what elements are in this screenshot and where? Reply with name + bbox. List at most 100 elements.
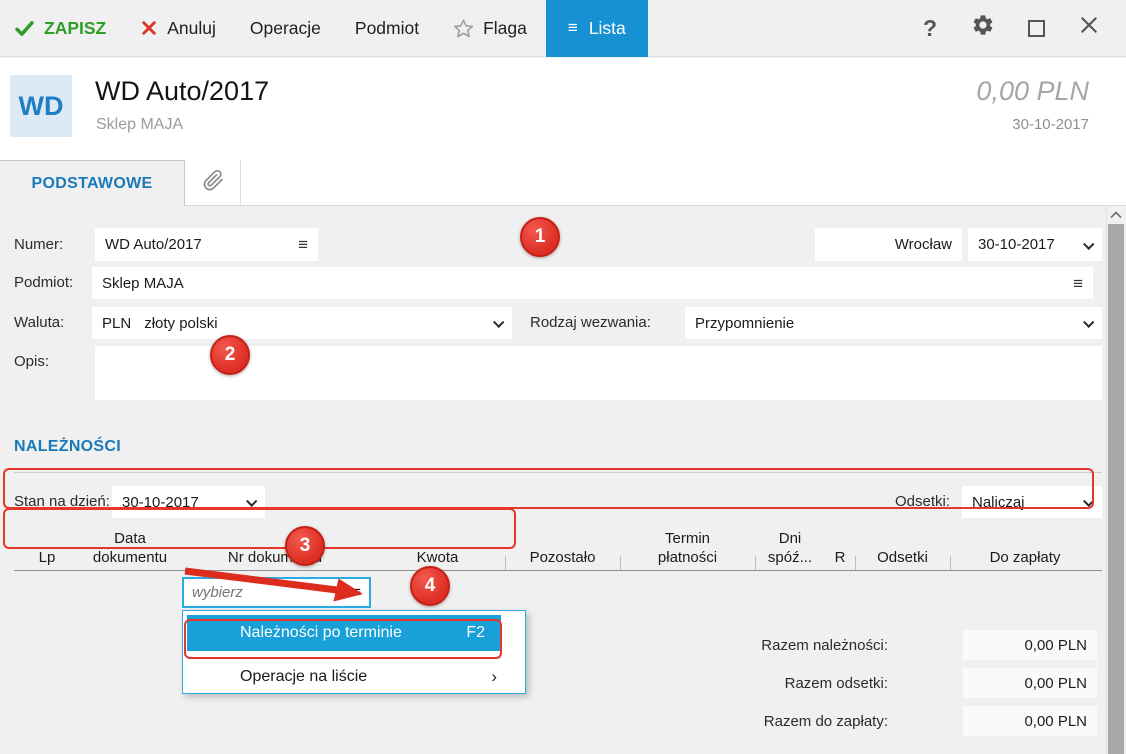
receivables-section-title: NALEŻNOŚCI: [14, 438, 121, 456]
chevron-down-icon: [1083, 496, 1094, 507]
app-window: ZAPISZ Anuluj Operacje Podmiot Flaga ≡ L…: [0, 0, 1126, 754]
opis-label: Opis:: [14, 353, 49, 370]
chevron-down-icon: [1083, 317, 1094, 328]
numer-menu-icon[interactable]: ≡: [298, 236, 308, 253]
picker-context-menu: Należności po terminie F2 Operacje na li…: [182, 610, 526, 694]
stan-value: 30-10-2017: [122, 494, 199, 511]
col-pozostalo[interactable]: Pozostało: [505, 548, 620, 570]
list-button[interactable]: ≡ Lista: [546, 0, 648, 57]
maximize-button[interactable]: [1021, 13, 1051, 43]
titlebar-buttons: ?: [915, 13, 1126, 43]
rodzaj-select[interactable]: Przypomnienie: [685, 307, 1102, 339]
doc-date-value: 30-10-2017: [978, 236, 1055, 253]
tab-attachments[interactable]: [185, 160, 241, 205]
col-odsetki[interactable]: Odsetki: [855, 548, 950, 570]
scrollbar-thumb[interactable]: [1108, 224, 1124, 754]
menu-separator: [283, 657, 501, 658]
close-icon: [1079, 15, 1099, 41]
total-to-pay-value: 0,00 PLN: [963, 706, 1097, 736]
rodzaj-label: Rodzaj wezwania:: [530, 314, 651, 331]
waluta-name: złoty polski: [144, 315, 217, 332]
save-label: ZAPISZ: [44, 18, 106, 39]
hamburger-icon: ≡: [568, 18, 578, 38]
cancel-label: Anuluj: [167, 18, 216, 39]
city-field[interactable]: Wrocław: [815, 228, 962, 261]
document-date: 30-10-2017: [1012, 116, 1089, 133]
help-icon: ?: [923, 15, 937, 42]
total-to-pay-label: Razem do zapłaty:: [640, 713, 888, 730]
col-do-zaplaty[interactable]: Do zapłaty: [950, 548, 1100, 570]
numer-field[interactable]: WD Auto/2017 ≡: [95, 228, 318, 261]
city-value: Wrocław: [895, 236, 952, 253]
col-lp[interactable]: Lp: [14, 548, 80, 570]
doc-date-select[interactable]: 30-10-2017: [968, 228, 1102, 261]
menu-item2-label: Operacje na liście: [240, 668, 367, 686]
total-receivables-label: Razem należności:: [640, 637, 888, 654]
toolbar: ZAPISZ Anuluj Operacje Podmiot Flaga ≡ L…: [0, 0, 1126, 57]
col-nr-dokumentu[interactable]: Nr dokumentu: [180, 548, 370, 570]
cancel-button[interactable]: Anuluj: [123, 0, 233, 56]
total-receivables-value: 0,00 PLN: [963, 630, 1097, 660]
receivables-table-header: Lp Datadokumentu Nr dokumentu Kwota Pozo…: [14, 524, 1102, 571]
gear-icon: [971, 13, 995, 43]
col-r[interactable]: R: [825, 548, 855, 570]
flag-button[interactable]: Flaga: [436, 0, 544, 56]
annotation-step-3: 3: [285, 526, 325, 566]
numer-label: Numer:: [14, 236, 63, 253]
document-header: WD WD Auto/2017 Sklep MAJA 0,00 PLN 30-1…: [0, 58, 1126, 160]
operations-button[interactable]: Operacje: [233, 0, 338, 56]
x-icon: [140, 19, 158, 37]
stan-label: Stan na dzień:: [14, 493, 110, 510]
odsetki-select[interactable]: Naliczaj: [962, 486, 1102, 518]
paperclip-icon: [201, 168, 225, 197]
document-subtitle: Sklep MAJA: [96, 116, 183, 134]
picker-menu-icon[interactable]: ≡: [352, 585, 361, 600]
menu-item1-shortcut: F2: [466, 624, 485, 642]
document-title: WD Auto/2017: [95, 76, 269, 107]
document-picker-input[interactable]: [192, 584, 352, 601]
podmiot-menu-icon[interactable]: ≡: [1073, 275, 1083, 292]
entity-label: Podmiot: [355, 18, 419, 39]
numer-value: WD Auto/2017: [105, 236, 202, 253]
menu-item-operacje-na-liscie[interactable]: Operacje na liście ›: [183, 661, 527, 693]
waluta-select[interactable]: PLN złoty polski: [92, 307, 512, 339]
settings-button[interactable]: [968, 13, 998, 43]
tab-podstawowe[interactable]: PODSTAWOWE: [0, 160, 185, 206]
form-panel: Numer: WD Auto/2017 ≡ Wrocław 30-10-2017…: [0, 207, 1126, 754]
rodzaj-value: Przypomnienie: [695, 315, 794, 332]
document-picker[interactable]: ≡: [182, 577, 371, 608]
close-button[interactable]: [1074, 13, 1104, 43]
help-button[interactable]: ?: [915, 13, 945, 43]
col-termin-platnosci[interactable]: Terminpłatności: [620, 529, 755, 570]
chevron-down-icon: [1083, 238, 1094, 249]
odsetki-label: Odsetki:: [895, 493, 950, 510]
document-amount: 0,00 PLN: [976, 76, 1089, 107]
col-dni-spoznienia[interactable]: Dnispóź...: [755, 529, 825, 570]
total-interest-label: Razem odsetki:: [640, 675, 888, 692]
stan-select[interactable]: 30-10-2017: [112, 486, 265, 518]
annotation-step-1: 1: [520, 217, 560, 257]
scrollbar-up-icon[interactable]: [1108, 208, 1124, 222]
waluta-label: Waluta:: [14, 314, 64, 331]
col-data-dokumentu[interactable]: Datadokumentu: [80, 529, 180, 570]
chevron-down-icon: [493, 317, 504, 328]
tab-bar: PODSTAWOWE: [0, 160, 1126, 206]
operations-label: Operacje: [250, 18, 321, 39]
document-type-badge: WD: [10, 75, 72, 137]
save-button[interactable]: ZAPISZ: [0, 0, 123, 56]
maximize-icon: [1028, 20, 1045, 37]
annotation-step-4: 4: [410, 566, 450, 606]
podmiot-label: Podmiot:: [14, 274, 73, 291]
star-icon: [453, 18, 474, 39]
chevron-down-icon: [246, 496, 257, 507]
entity-button[interactable]: Podmiot: [338, 0, 436, 56]
list-label: Lista: [589, 18, 626, 39]
total-interest-value: 0,00 PLN: [963, 668, 1097, 698]
podmiot-field[interactable]: Sklep MAJA ≡: [92, 267, 1093, 299]
flag-label: Flaga: [483, 18, 527, 39]
section-divider: [14, 472, 1102, 473]
submenu-arrow-icon: ›: [491, 667, 497, 687]
menu-item-naleznosci-po-terminie[interactable]: Należności po terminie F2: [187, 615, 501, 651]
odsetki-value: Naliczaj: [972, 494, 1025, 511]
menu-item1-label: Należności po terminie: [240, 624, 402, 642]
